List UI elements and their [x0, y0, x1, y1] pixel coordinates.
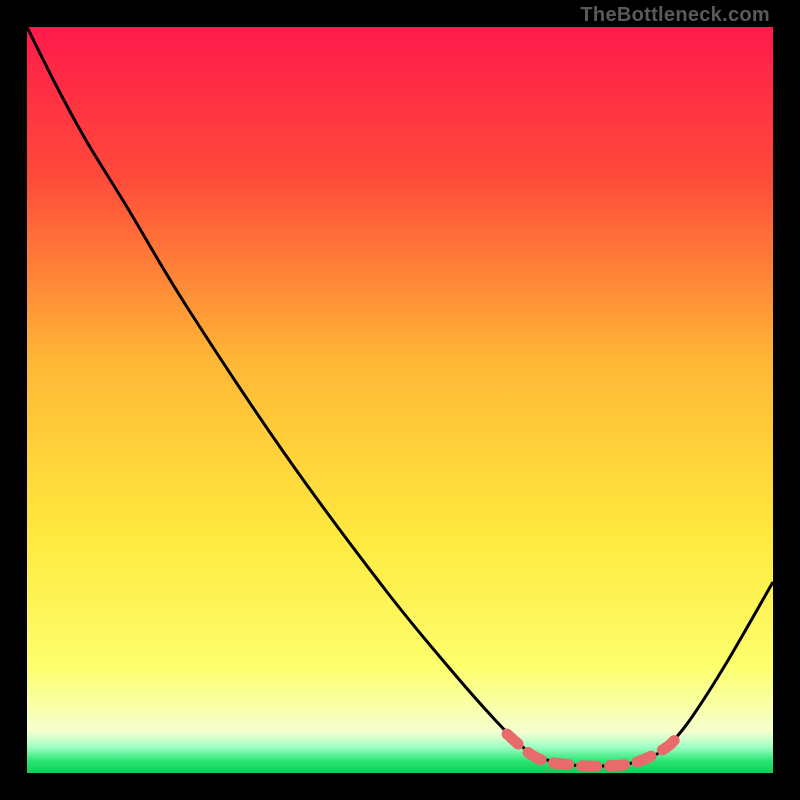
chart-area [27, 27, 773, 773]
watermark-text: TheBottleneck.com [580, 4, 770, 27]
chart-background [27, 27, 773, 773]
chart-svg [27, 27, 773, 773]
